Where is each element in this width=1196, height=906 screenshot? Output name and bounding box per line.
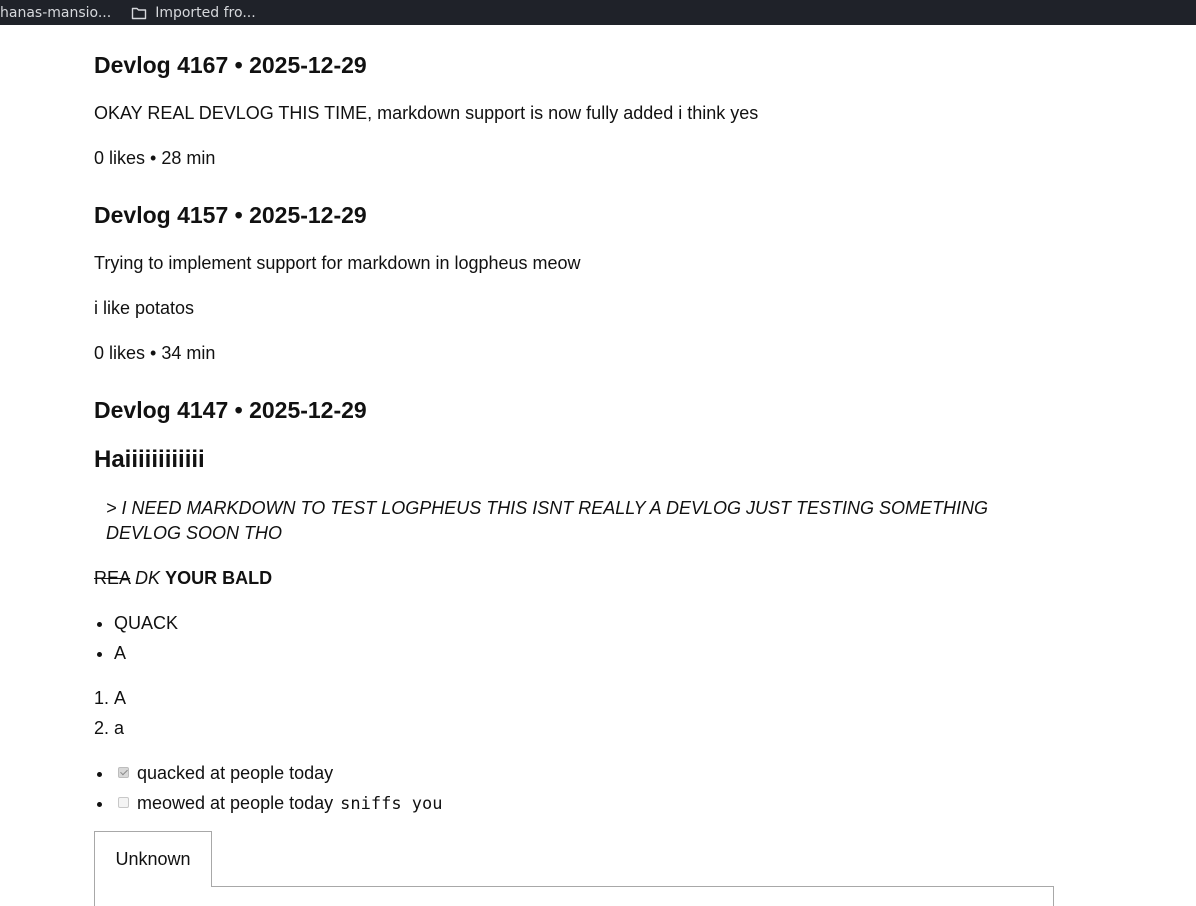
task-label: meowed at people today <box>137 793 334 813</box>
tab-unknown[interactable]: Unknown <box>94 831 212 887</box>
bold-text: YOUR BALD <box>165 568 273 588</box>
bookmark-folder-imported[interactable]: Imported fro... <box>131 0 256 25</box>
numbered-list: A a <box>94 683 126 743</box>
list-item: A <box>114 638 178 668</box>
folder-icon <box>132 7 147 19</box>
list-item: A <box>114 683 126 713</box>
list-item: a <box>114 713 126 743</box>
code-block-tabs: Unknown <box>94 831 1054 906</box>
bookmark-label: hanas-mansio... <box>0 4 112 21</box>
task-label: quacked at people today <box>137 763 334 783</box>
markdown-blockquote: > I NEED MARKDOWN TO TEST LOGPHEUS THIS … <box>106 498 988 543</box>
devlog-body-text: OKAY REAL DEVLOG THIS TIME, markdown sup… <box>94 103 759 123</box>
bookmarks-bar: hanas-mansio... Imported fro... <box>0 0 1196 25</box>
devlog-title: Devlog 4167 • 2025-12-29 <box>94 52 367 78</box>
strikethrough-text: REA <box>94 568 131 588</box>
devlog-title: Devlog 4157 • 2025-12-29 <box>94 202 367 228</box>
task-item: quacked at people today <box>114 758 443 788</box>
tab-panel <box>94 886 1054 906</box>
markdown-heading: Haiiiiiiiiiiii <box>94 446 205 473</box>
task-item: meowed at people today sniffs you <box>114 788 443 818</box>
italic-text: DK <box>135 568 161 588</box>
devlog-body-text: Trying to implement support for markdown… <box>94 253 581 273</box>
devlog-body-text: i like potatos <box>94 298 195 318</box>
task-checkbox-checked <box>118 767 129 779</box>
bullet-list: QUACK A <box>94 608 178 668</box>
task-checkbox-unchecked <box>118 797 129 809</box>
bookmark-hanas-mansion[interactable]: hanas-mansio... <box>0 0 111 25</box>
tab-label: Unknown <box>115 849 191 869</box>
devlog-title: Devlog 4147 • 2025-12-29 <box>94 397 367 423</box>
markdown-formatted-line: REA DK YOUR BALD <box>94 568 272 589</box>
bookmark-label: Imported fro... <box>155 4 256 21</box>
inline-code: sniffs you <box>340 794 443 814</box>
devlog-meta: 0 likes • 34 min <box>94 343 216 363</box>
list-item: QUACK <box>114 608 178 638</box>
devlog-meta: 0 likes • 28 min <box>94 148 216 168</box>
task-list: quacked at people today meowed at people… <box>94 758 443 818</box>
